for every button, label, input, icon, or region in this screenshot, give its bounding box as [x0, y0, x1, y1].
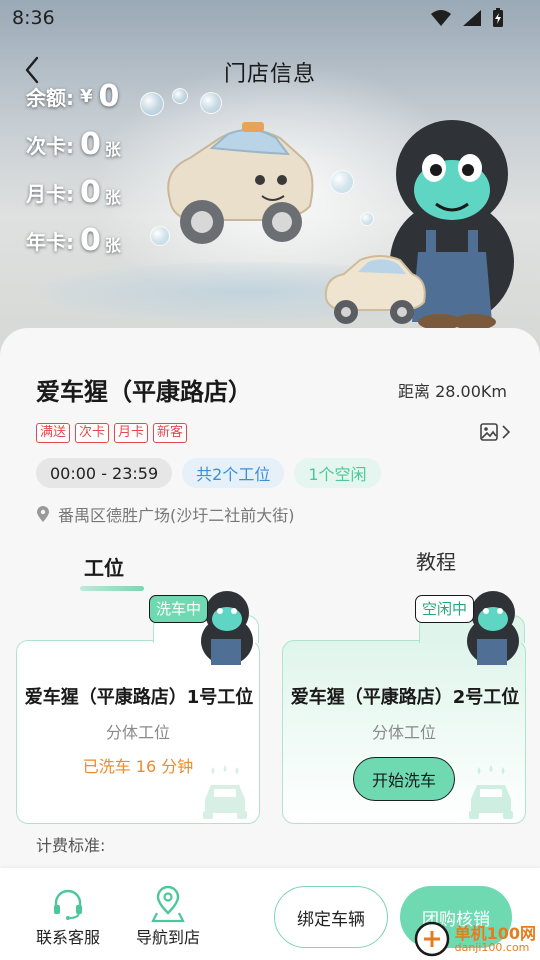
- punch-card-value: 0: [80, 126, 101, 162]
- battery-icon: [493, 8, 503, 27]
- tab-workstation[interactable]: 工位: [84, 552, 124, 581]
- monthly-card-value: 0: [80, 174, 101, 210]
- location-pin-icon: [37, 506, 49, 522]
- map-pin-icon: [151, 885, 185, 923]
- total-stations: 共2个工位: [182, 458, 285, 488]
- station-status-badge: 洗车中: [149, 595, 209, 623]
- store-info-card: 爱车猩（平康路店） 距离 28.00Km 满送 次卡 月卡 新客 00:00 -…: [0, 328, 540, 888]
- contact-support-label: 联系客服: [35, 928, 100, 947]
- punch-card-label: 次卡:: [26, 133, 74, 158]
- navigate-to-store-button[interactable]: 导航到店: [118, 884, 218, 948]
- status-bar: 8:36: [0, 0, 540, 36]
- monthly-card-row[interactable]: 月卡: 0 张: [26, 168, 123, 216]
- tab-tutorial[interactable]: 教程: [416, 546, 456, 575]
- start-wash-button[interactable]: 开始洗车: [353, 757, 455, 801]
- tag-monthly-card: 月卡: [114, 423, 149, 443]
- promo-tags: 满送 次卡 月卡 新客: [36, 423, 188, 443]
- chevron-right-icon: [502, 425, 510, 439]
- store-distance: 距离 28.00Km: [398, 382, 507, 401]
- opening-hours: 00:00 - 23:59: [36, 458, 173, 488]
- station-card-2[interactable]: 空闲中 爱车猩（平康路店）2号工位 分体工位 开始洗车: [282, 591, 526, 824]
- station-mascot: 洗车中: [149, 589, 261, 671]
- bubble-decoration: [330, 170, 354, 194]
- annual-card-value: 0: [80, 222, 101, 258]
- status-icons: [430, 8, 504, 28]
- tab-active-indicator: [80, 586, 144, 591]
- station-name: 爱车猩（平康路店）2号工位: [290, 687, 520, 708]
- navigate-to-store-label: 导航到店: [135, 928, 200, 947]
- billing-standard-label: 计费标准:: [36, 836, 106, 855]
- watermark-sub-text: danji100.com: [454, 940, 530, 954]
- punch-card-row[interactable]: 次卡: 0 张: [26, 120, 123, 168]
- annual-card-unit: 张: [104, 236, 121, 255]
- toy-car-illustration: [167, 122, 314, 244]
- small-car-illustration: [324, 255, 426, 324]
- status-time: 8:36: [12, 7, 55, 29]
- annual-card-label: 年卡:: [26, 229, 74, 254]
- contact-support-button[interactable]: 联系客服: [18, 884, 118, 948]
- station-mascot: 空闲中: [415, 589, 527, 671]
- monthly-card-label: 月卡:: [26, 181, 74, 206]
- punch-card-unit: 张: [104, 140, 121, 159]
- station-name: 爱车猩（平康路店）1号工位: [24, 687, 254, 708]
- station-card-1[interactable]: 洗车中 爱车猩（平康路店）1号工位 分体工位 已洗车 16 分钟: [16, 591, 260, 824]
- store-gallery-button[interactable]: [480, 423, 510, 441]
- bottom-action-bar: 联系客服 导航到店 绑定车辆 团购核销 单机100网 danji100.com: [0, 868, 540, 960]
- store-name: 爱车猩（平康路店）: [36, 378, 252, 406]
- tag-full-gift: 满送: [36, 423, 71, 443]
- headset-icon: [54, 889, 82, 920]
- car-wash-icon: [203, 765, 247, 819]
- tag-punch-card: 次卡: [75, 423, 110, 443]
- monthly-card-unit: 张: [104, 188, 121, 207]
- site-watermark: 单机100网 danji100.com: [413, 920, 536, 958]
- store-info-pills: 00:00 - 23:59 共2个工位 1个空闲: [36, 458, 381, 488]
- title-bar: 门店信息: [0, 48, 540, 92]
- station-type: 分体工位: [371, 723, 436, 742]
- free-stations: 1个空闲: [294, 458, 381, 488]
- station-type: 分体工位: [105, 723, 170, 742]
- watermark-main-text: 单机100网: [454, 923, 536, 943]
- watermark-logo-icon: [414, 921, 449, 957]
- bind-vehicle-button[interactable]: 绑定车辆: [274, 886, 388, 948]
- balance-panel: 余额: ¥ 0 次卡: 0 张 月卡: 0 张 年卡: 0 张: [26, 72, 123, 264]
- station-status-badge: 空闲中: [415, 595, 475, 623]
- annual-card-row[interactable]: 年卡: 0 张: [26, 216, 123, 264]
- wifi-icon: [431, 10, 451, 26]
- car-wash-icon: [469, 765, 513, 819]
- signal-icon: [463, 10, 481, 26]
- tag-new-customer: 新客: [153, 423, 188, 443]
- address-text: 番禺区德胜广场(沙圩二社前大街): [58, 506, 295, 525]
- image-icon: [480, 423, 498, 441]
- page-title: 门店信息: [223, 62, 316, 87]
- store-address[interactable]: 番禺区德胜广场(沙圩二社前大街): [36, 502, 295, 526]
